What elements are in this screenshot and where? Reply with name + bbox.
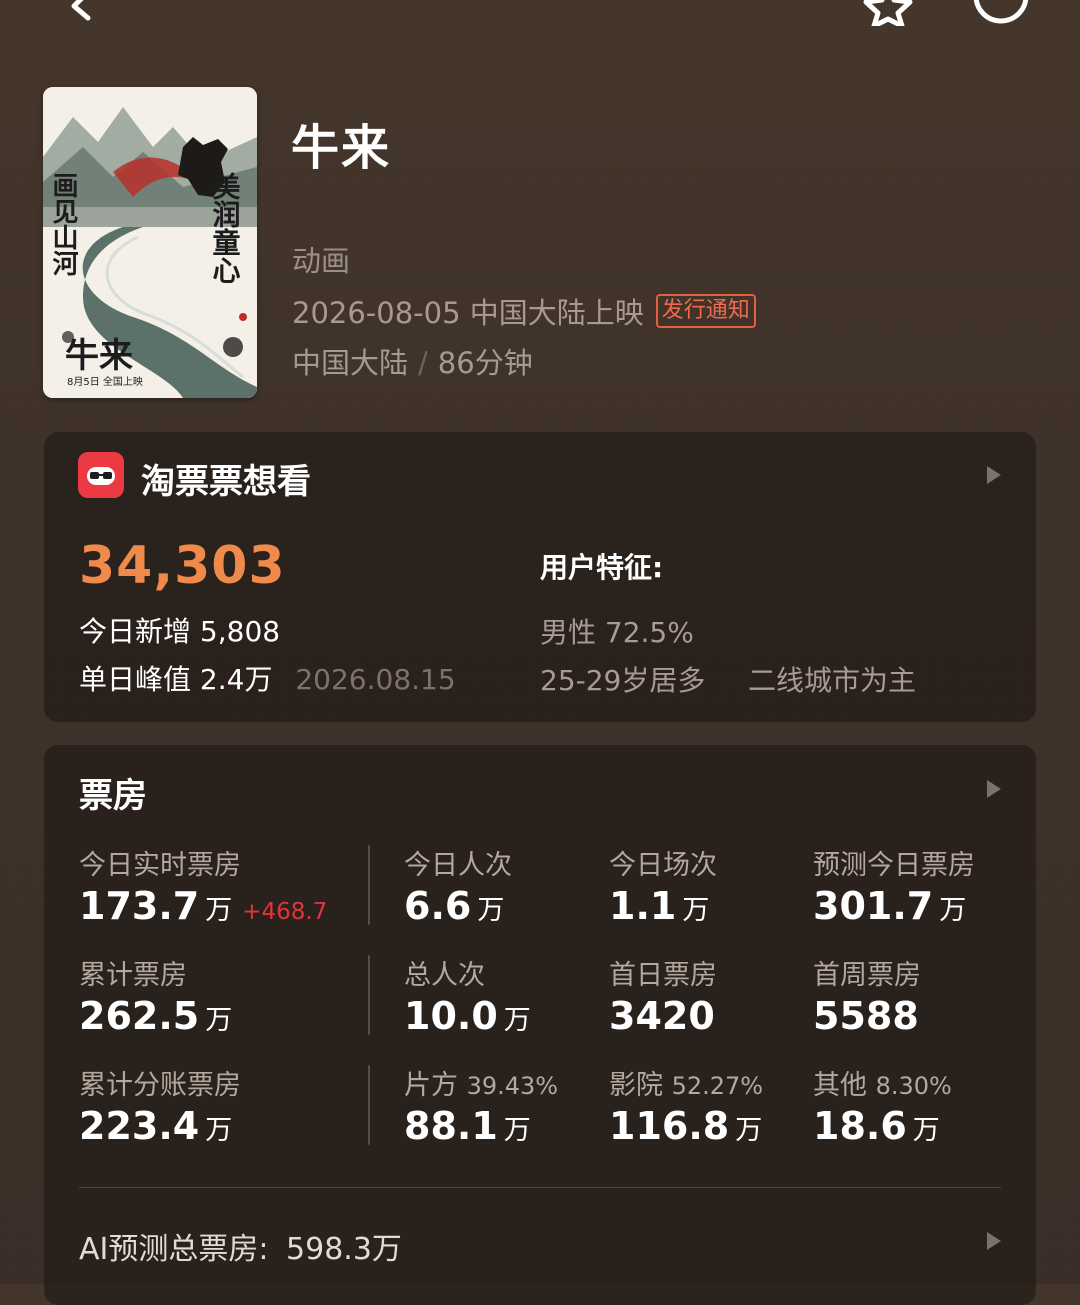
ai-forecast-label: AI预测总票房: [79,1232,269,1267]
first-week-box-number: 5588 [813,994,919,1038]
star-icon[interactable] [862,0,914,26]
ai-forecast-arrow-icon[interactable] [987,1232,1001,1250]
cinema-pct: 52.27% [671,1072,764,1100]
unit: 万 [682,895,710,926]
unit: 万 [735,1115,763,1146]
taopiaopiao-logo-icon [78,452,124,498]
boxoffice-arrow-icon[interactable] [987,780,1001,798]
user-age: 25-29岁居多 [540,664,706,697]
user-gender: 男性 72.5% [540,616,694,649]
ai-forecast-total[interactable]: AI预测总票房: 598.3万 [79,1224,402,1268]
more-circle-icon[interactable] [972,0,1030,26]
realtime-box-value: 173.7 万 +468.7 [79,884,327,928]
producer-share-value: 88.1 万 [404,1104,531,1148]
today-new-value: 5,808 [199,615,281,648]
peak-value: 2.4万 [199,663,273,696]
today-admissions-value: 6.6 万 [404,884,504,928]
split-box-label: 累计分账票房 [79,1070,241,1101]
cinema-share-number: 116.8 [609,1104,730,1148]
realtime-box-number: 173.7 [79,884,200,928]
unit: 万 [939,895,967,926]
movie-poster[interactable]: 画见山河 美润童心 牛来 8月5日 全国上映 [43,87,257,398]
producer-share-label: 片方 39.43% [404,1063,558,1102]
forecast-today-label: 预测今日票房 [813,850,975,881]
today-shows-value: 1.1 万 [609,884,709,928]
realtime-box-label: 今日实时票房 [79,850,241,881]
release-date: 2026-08-05 中国大陆上映 [292,296,644,330]
cumulative-box-number: 262.5 [79,994,200,1038]
first-day-box-number: 3420 [609,994,715,1038]
producer-share-number: 88.1 [404,1104,498,1148]
peak-label: 单日峰值 [79,663,192,696]
other-pct: 8.30% [875,1072,952,1100]
producer-label: 片方 [404,1070,458,1101]
other-share-number: 18.6 [813,1104,907,1148]
poster-right-text: 美润童心 [209,172,242,284]
producer-pct: 39.43% [466,1072,559,1100]
divider [79,1187,1001,1188]
unit: 万 [503,1005,531,1036]
unit: 万 [205,1005,233,1036]
other-share-label: 其他 8.30% [813,1063,952,1102]
first-day-box-value: 3420 [609,994,715,1038]
movie-genre: 动画 [292,244,351,278]
cumulative-box-label: 累计票房 [79,960,187,991]
other-share-value: 18.6 万 [813,1104,940,1148]
back-chevron-icon[interactable] [60,0,100,22]
peak-date: 2026.08.15 [295,663,456,696]
poster-date-text: 8月5日 全国上映 [67,375,143,388]
today-new-label: 今日新增 [79,615,192,648]
daily-peak: 单日峰值 2.4万 2026.08.15 [79,658,456,698]
release-notice-badge[interactable]: 发行通知 [655,294,756,328]
today-shows-label: 今日场次 [609,850,717,881]
column-divider [368,1065,370,1145]
region: 中国大陆 [292,346,409,380]
ai-forecast-value: 598.3万 [286,1232,402,1267]
poster-title-text: 牛来 [65,336,133,376]
cinema-label: 影院 [609,1070,663,1101]
total-admissions-value: 10.0 万 [404,994,531,1038]
total-admissions-label: 总人次 [404,960,485,991]
unit: 万 [205,1115,233,1146]
want-card-arrow-icon[interactable] [987,466,1001,484]
other-label: 其他 [813,1070,867,1101]
separator: / [418,346,428,380]
unit: 万 [205,895,233,926]
first-day-box-label: 首日票房 [609,960,717,991]
today-new: 今日新增 5,808 [79,610,280,650]
user-city: 二线城市为主 [748,664,917,697]
first-week-box-label: 首周票房 [813,960,921,991]
cumulative-box-value: 262.5 万 [79,994,232,1038]
forecast-today-value: 301.7 万 [813,884,966,928]
today-admissions-number: 6.6 [404,884,472,928]
want-card-title: 淘票票想看 [141,462,311,502]
today-shows-number: 1.1 [609,884,677,928]
unit: 万 [477,895,505,926]
column-divider [368,955,370,1035]
unit: 万 [912,1115,940,1146]
column-divider [368,845,370,925]
want-count: 34,303 [79,536,286,596]
movie-title: 牛来 [291,120,392,176]
split-box-value: 223.4 万 [79,1104,232,1148]
realtime-box-delta: +468.7 [242,899,328,925]
unit: 万 [503,1115,531,1146]
today-admissions-label: 今日人次 [404,850,512,881]
poster-left-text: 画见山河 [48,172,78,276]
cinema-share-label: 影院 52.27% [609,1063,763,1102]
cinema-share-value: 116.8 万 [609,1104,762,1148]
boxoffice-title: 票房 [79,776,147,816]
region-duration: 中国大陆 / 86分钟 [292,340,533,382]
duration: 86分钟 [437,346,533,380]
release-info: 2026-08-05 中国大陆上映 发行通知 [292,290,756,332]
total-admissions-number: 10.0 [404,994,498,1038]
forecast-today-number: 301.7 [813,884,934,928]
first-week-box-value: 5588 [813,994,919,1038]
user-features-label: 用户特征: [540,551,664,584]
split-box-number: 223.4 [79,1104,200,1148]
